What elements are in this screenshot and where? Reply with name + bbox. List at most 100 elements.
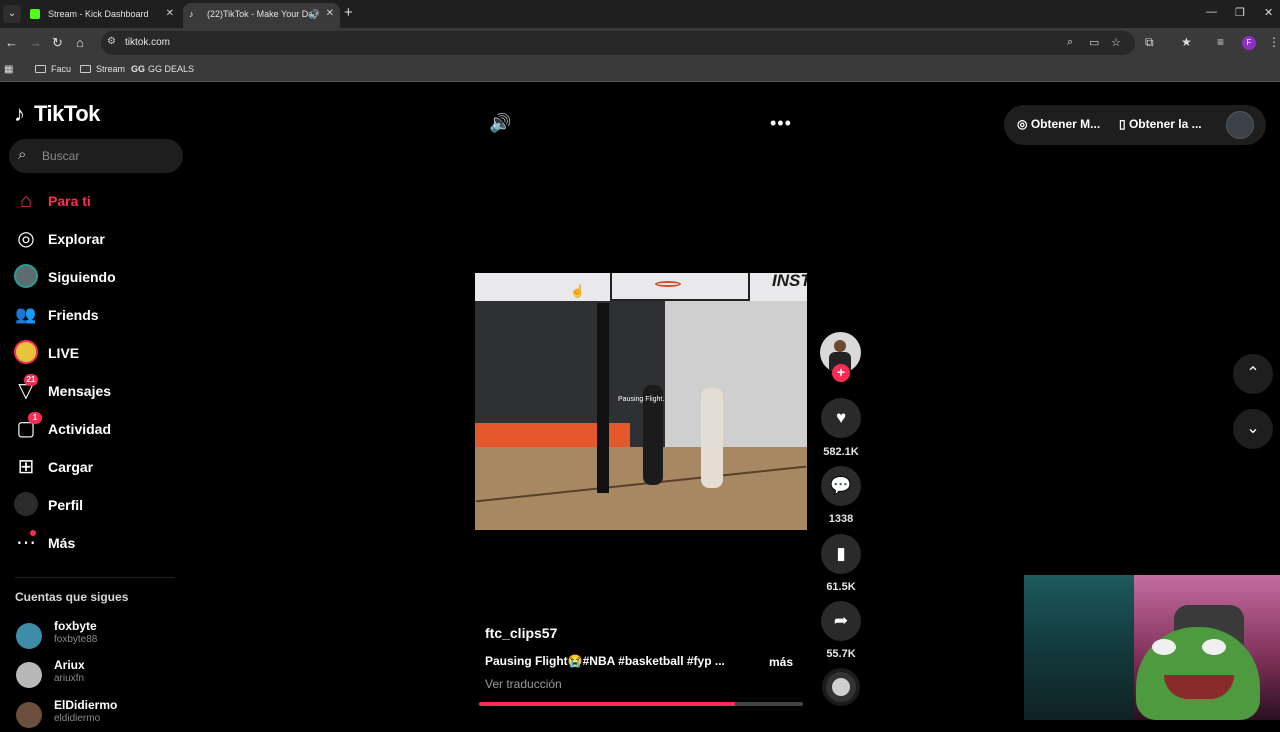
browser-menu-icon[interactable]: ⋮ — [1268, 35, 1280, 49]
music-disc-icon[interactable] — [822, 668, 860, 706]
tab-tiktok[interactable]: ♪ (22)TikTok - Make Your Day 🔊 ✕ — [183, 3, 340, 28]
activity-badge: 1 — [28, 412, 42, 424]
get-coins-button[interactable]: ◎ Obtener M... — [1017, 117, 1100, 131]
account-item-ariux[interactable]: Ariux ariuxfn — [16, 658, 186, 692]
share-icon: ➦ — [833, 611, 849, 630]
coin-icon: ◎ — [1017, 117, 1031, 131]
sidebar-item-explorar[interactable]: ◎ Explorar — [14, 224, 184, 254]
bookmarks-icon[interactable]: ★ — [1181, 35, 1192, 49]
user-avatar[interactable] — [1226, 111, 1254, 139]
profile-avatar — [14, 492, 38, 516]
sidebar-item-label: Para ti — [48, 193, 91, 209]
new-tab-button[interactable]: + — [344, 4, 353, 21]
sidebar-item-siguiendo[interactable]: Siguiendo — [14, 262, 184, 292]
comment-icon: 💬 — [830, 476, 852, 495]
webcam-scene — [1202, 639, 1226, 655]
maximize-icon[interactable]: ❐ — [1235, 6, 1245, 19]
sidebar-item-para-ti[interactable]: ⌂ Para ti — [14, 186, 184, 216]
media-control-icon[interactable]: ≡ — [1217, 35, 1224, 49]
comment-count: 1338 — [828, 513, 854, 525]
video-watermark: INST — [772, 273, 807, 290]
address-bar[interactable]: ⚙ tiktok.com ⌕ ▭ ☆ — [101, 31, 1135, 55]
messages-badge: 21 — [24, 374, 38, 386]
video-progress-bar[interactable] — [479, 702, 803, 706]
video-scene — [475, 447, 807, 530]
get-app-label: Obtener la ... — [1128, 117, 1202, 131]
minimize-icon[interactable]: — — [1206, 6, 1217, 18]
upload-icon: ⊞ — [17, 456, 35, 478]
back-icon[interactable]: ← — [5, 35, 18, 50]
account-item-foxbyte[interactable]: foxbyte foxbyte88 — [16, 619, 186, 653]
extensions-icon[interactable]: ⧉ — [1145, 35, 1154, 50]
share-button[interactable]: ➦ — [821, 601, 861, 641]
video-author[interactable]: ftc_clips57 — [485, 625, 557, 641]
sidebar-item-label: Más — [48, 535, 76, 551]
tiktok-logo[interactable]: ♪ TikTok — [14, 101, 100, 127]
browser-toolbar: ← → ↻ ⌂ ⚙ tiktok.com ⌕ ▭ ☆ ⧉ ★ ≡ F ⋮ — [0, 28, 1280, 58]
video-scene — [655, 281, 681, 287]
reload-icon[interactable]: ↻ — [52, 35, 63, 51]
account-username: eldidiermo — [54, 713, 101, 724]
sidebar-item-perfil[interactable]: Perfil — [14, 490, 184, 520]
sidebar-item-mas[interactable]: ⋯ Más — [14, 528, 184, 558]
site-info-icon[interactable]: ⚙ — [107, 36, 116, 47]
apps-grid-icon[interactable]: ▦ — [4, 64, 13, 75]
tiktok-note-icon: ♪ — [14, 101, 25, 126]
zoom-icon[interactable]: ⌕ — [1067, 36, 1073, 49]
like-button[interactable]: ♥ — [821, 398, 861, 438]
phone-icon: ▯ — [1119, 117, 1129, 131]
bookmark-stream[interactable]: Stream — [80, 64, 125, 74]
audio-playing-icon[interactable]: 🔊 — [309, 3, 320, 25]
get-app-button[interactable]: ▯ Obtener la ... — [1119, 117, 1202, 131]
sidebar-item-label: Explorar — [48, 231, 105, 247]
webcam-scene — [1024, 575, 1134, 720]
next-video-button[interactable]: ⌄ — [1233, 409, 1273, 449]
home-browser-icon[interactable]: ⌂ — [76, 35, 84, 50]
bookmark-gg-deals[interactable]: GG GG DEALS — [131, 64, 194, 74]
tab-kick-dashboard[interactable]: Stream - Kick Dashboard ✕ — [24, 3, 180, 28]
sidebar-item-live[interactable]: LIVE — [14, 338, 184, 368]
account-name: Ariux — [54, 658, 85, 672]
header-actions: ◎ Obtener M... ▯ Obtener la ... — [1004, 105, 1266, 145]
sidebar-item-cargar[interactable]: ⊞ Cargar — [14, 452, 184, 482]
cast-icon[interactable]: ▭ — [1089, 36, 1099, 49]
sidebar-item-label: Friends — [48, 307, 99, 323]
save-button[interactable]: ▮ — [821, 534, 861, 574]
bookmark-facu[interactable]: Facu — [35, 64, 71, 74]
bookmark-label: Stream — [96, 64, 126, 74]
sidebar-item-label: Perfil — [48, 497, 84, 513]
gg-icon: GG — [131, 64, 146, 74]
bookmark-label: GG DEALS — [148, 64, 195, 74]
video-description: Pausing Flight😭#NBA #basketball #fyp ... — [485, 654, 725, 668]
account-item-eldidiermo[interactable]: ElDidiermo eldidiermo — [16, 698, 186, 732]
account-username: foxbyte88 — [54, 634, 98, 645]
close-icon[interactable]: ✕ — [326, 3, 334, 25]
tiktok-favicon-icon: ♪ — [189, 9, 194, 19]
comment-button[interactable]: 💬 — [821, 466, 861, 506]
previous-video-button[interactable]: ⌃ — [1233, 354, 1273, 394]
close-icon[interactable]: ✕ — [166, 3, 174, 25]
window-close-icon[interactable]: ✕ — [1264, 6, 1273, 19]
volume-icon[interactable]: 🔊 — [489, 113, 511, 134]
see-translation-link[interactable]: Ver traducción — [485, 677, 562, 691]
video-player[interactable]: INST Pausing Flight. — [475, 273, 807, 530]
video-scene — [665, 300, 807, 470]
more-options-icon[interactable]: ••• — [770, 113, 792, 134]
more-description-button[interactable]: más — [769, 655, 793, 669]
sidebar-item-actividad[interactable]: ▢ 1 Actividad — [14, 412, 184, 444]
follow-plus-icon[interactable]: + — [832, 364, 850, 382]
forward-icon[interactable]: → — [29, 35, 42, 50]
bookmark-star-icon[interactable]: ☆ — [1111, 36, 1121, 49]
account-name: foxbyte — [54, 619, 97, 633]
sidebar-item-label: Siguiendo — [48, 269, 116, 285]
profile-avatar-button[interactable]: F — [1242, 36, 1256, 50]
avatar — [16, 662, 42, 688]
avatar — [16, 702, 42, 728]
sidebar-item-label: Actividad — [48, 421, 112, 437]
search-input[interactable]: ⌕ Buscar — [9, 139, 183, 173]
folder-icon — [80, 65, 91, 73]
sidebar-item-mensajes[interactable]: ▽ 21 Mensajes — [14, 374, 184, 406]
tab-search-button[interactable]: ⌄ — [3, 5, 21, 23]
sidebar-item-friends[interactable]: 👥 Friends — [14, 300, 184, 330]
url-text: tiktok.com — [125, 37, 171, 48]
